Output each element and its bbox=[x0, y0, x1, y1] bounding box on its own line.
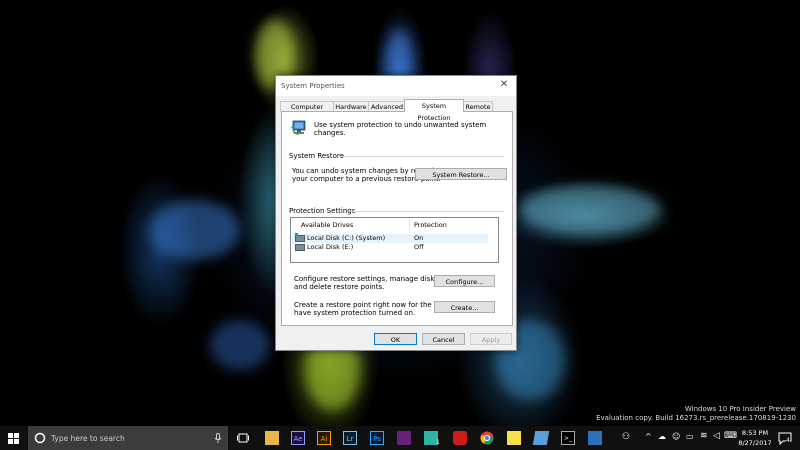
system-restore-button[interactable]: System Restore... bbox=[415, 168, 507, 180]
protection-settings-group-title: Protection Settings bbox=[289, 207, 356, 215]
file-explorer-icon[interactable] bbox=[265, 431, 279, 445]
column-header-available-drives[interactable]: Available Drives bbox=[301, 221, 353, 229]
drive-name: Local Disk (C:) (System) bbox=[307, 234, 386, 242]
system-protection-panel: Use system protection to undo unwanted s… bbox=[281, 111, 513, 326]
tab-system-protection[interactable]: System Protection bbox=[404, 99, 464, 122]
intro-text: Use system protection to undo unwanted s… bbox=[314, 121, 487, 137]
configure-text-line2: and delete restore points. bbox=[294, 283, 385, 291]
column-header-protection[interactable]: Protection bbox=[414, 221, 447, 229]
microphone-icon[interactable] bbox=[214, 433, 222, 444]
ok-button[interactable]: OK bbox=[374, 333, 417, 345]
onedrive-icon[interactable]: ☁ bbox=[658, 432, 666, 441]
title-bar[interactable]: System Properties ✕ bbox=[276, 76, 516, 96]
taskbar: Type here to search Ae Ai Lr Ps 1 >_ ⚇ ^… bbox=[0, 426, 800, 450]
system-properties-dialog: System Properties ✕ Computer Name Hardwa… bbox=[275, 75, 517, 351]
drive-protection-status: Off bbox=[414, 243, 424, 251]
start-windows-icon[interactable] bbox=[8, 433, 19, 444]
app-badge: 1 bbox=[436, 439, 440, 446]
watermark-line1: Windows 10 Pro Insider Preview bbox=[684, 405, 796, 413]
apply-button[interactable]: Apply bbox=[470, 333, 512, 345]
task-view-icon[interactable] bbox=[237, 433, 249, 443]
system-disk-icon bbox=[295, 232, 305, 242]
search-placeholder: Type here to search bbox=[51, 434, 125, 443]
visual-studio-icon[interactable] bbox=[397, 431, 411, 445]
command-prompt-icon[interactable]: >_ bbox=[561, 431, 575, 445]
system-protection-icon bbox=[291, 120, 306, 135]
drive-row[interactable]: Local Disk (E:) Off bbox=[292, 243, 488, 252]
remote-desktop-icon[interactable] bbox=[588, 431, 602, 445]
drive-name: Local Disk (E:) bbox=[307, 243, 354, 251]
chevron-up-icon[interactable]: ^ bbox=[645, 432, 652, 441]
group-divider bbox=[349, 211, 504, 212]
photoshop-icon[interactable]: Ps bbox=[370, 431, 384, 445]
battery-icon[interactable]: ▭ bbox=[686, 432, 694, 441]
generic-app-icon[interactable] bbox=[532, 431, 550, 445]
create-text-line2: have system protection turned on. bbox=[294, 309, 416, 317]
watermark-line2: Evaluation copy. Build 16273.rs_prerelea… bbox=[596, 414, 796, 422]
cancel-button[interactable]: Cancel bbox=[422, 333, 465, 345]
illustrator-icon[interactable]: Ai bbox=[317, 431, 331, 445]
search-box[interactable]: Type here to search bbox=[28, 426, 228, 450]
people-icon[interactable]: ⚇ bbox=[622, 432, 630, 442]
wifi-icon[interactable]: ≋ bbox=[700, 431, 708, 441]
disk-icon bbox=[295, 243, 305, 251]
configure-button[interactable]: Configure... bbox=[434, 275, 495, 287]
lightroom-icon[interactable]: Lr bbox=[343, 431, 357, 445]
drives-list[interactable]: Available Drives Protection Local Disk (… bbox=[290, 217, 499, 263]
close-icon[interactable]: ✕ bbox=[498, 79, 510, 90]
clock-time: 8:53 PM bbox=[741, 429, 769, 437]
clock[interactable]: 8:53 PM 8/27/2017 bbox=[735, 428, 775, 448]
system-restore-group-title: System Restore bbox=[289, 152, 344, 160]
after-effects-icon[interactable]: Ae bbox=[291, 431, 305, 445]
group-divider bbox=[338, 156, 504, 157]
chrome-icon[interactable] bbox=[480, 431, 494, 445]
create-button[interactable]: Create... bbox=[434, 301, 495, 313]
opera-icon[interactable] bbox=[453, 431, 467, 445]
drive-protection-status: On bbox=[414, 234, 424, 242]
drive-row[interactable]: Local Disk (C:) (System) On bbox=[292, 232, 488, 243]
cortana-icon bbox=[34, 432, 46, 444]
emoji-icon[interactable]: ☺ bbox=[672, 432, 680, 441]
column-separator bbox=[409, 218, 410, 232]
windows-watermark: Windows 10 Pro Insider Preview Evaluatio… bbox=[596, 405, 796, 423]
sticky-notes-icon[interactable] bbox=[507, 431, 521, 445]
clock-date: 8/27/2017 bbox=[738, 439, 772, 447]
notification-count: 4 bbox=[786, 437, 790, 444]
window-title: System Properties bbox=[281, 82, 345, 90]
volume-icon[interactable]: ◁ bbox=[713, 431, 720, 441]
action-center-icon[interactable]: 4 bbox=[778, 431, 792, 446]
